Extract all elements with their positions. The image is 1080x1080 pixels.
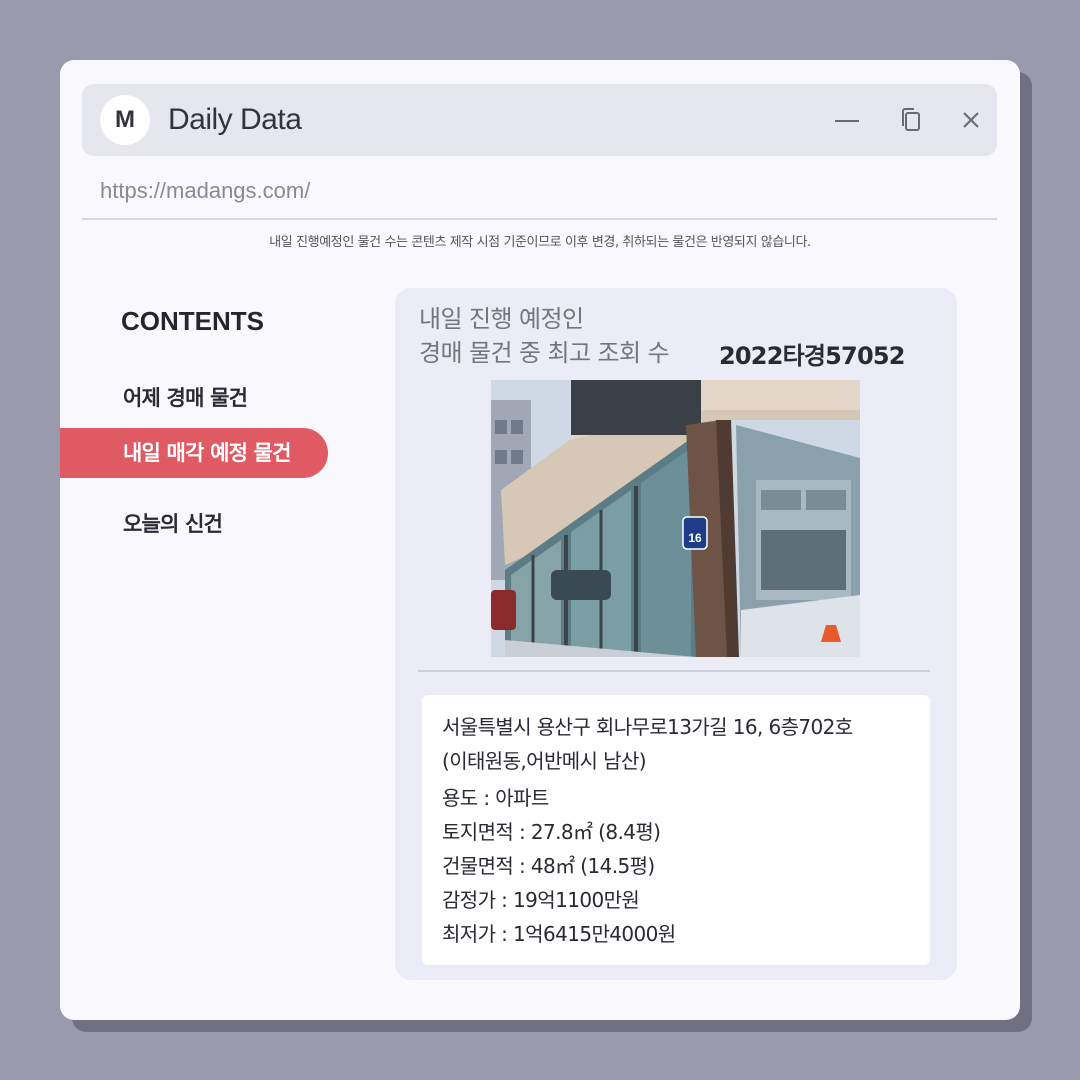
app-window: M Daily Data https://madangs.com/ 내일 진행예… [60,60,1020,1020]
close-button[interactable] [957,106,985,134]
title-bar: M Daily Data [82,84,997,156]
property-info-box: 서울특별시 용산구 회나무로13가길 16, 6층702호 (이태원동,어반메시… [422,695,930,965]
address-divider [82,218,997,220]
minimum-price-text: 최저가 : 1억6415만4000원 [442,922,676,946]
notice-text: 내일 진행예정인 물건 수는 콘텐츠 제작 시점 기준이므로 이후 변경, 취하… [269,235,811,250]
property-card: 내일 진행 예정인 경매 물건 중 최고 조회 수 2022타경57052 16… [395,288,957,980]
photo-sign-number: 16 [688,531,702,545]
minimize-button[interactable] [833,106,861,134]
address-line2: (이태원동,어반메시 남산) [442,749,647,773]
address-line1: 서울특별시 용산구 회나무로13가길 16, 6층702호 [442,715,853,739]
card-heading-line1: 내일 진행 예정인 [419,305,584,333]
land-area-text: 토지면적 : 27.8㎡ (8.4평) [442,820,661,844]
building-area-text: 건물면적 : 48㎡ (14.5평) [442,854,655,878]
duplicate-button[interactable] [897,106,925,134]
usage-text: 용도 : 아파트 [442,786,549,810]
sidebar-item-tomorrow-sale[interactable]: 내일 매각 예정 물건 [60,428,328,478]
card-divider [418,670,930,672]
app-logo: M [100,95,150,145]
minimize-icon [835,120,859,122]
close-icon [963,112,979,128]
appraised-price-text: 감정가 : 19억1100만원 [442,888,640,912]
address-bar[interactable]: https://madangs.com/ [100,178,310,204]
copy-icon [902,108,920,131]
sidebar-item-yesterday-auction[interactable]: 어제 경매 물건 [123,382,248,412]
app-title: Daily Data [168,103,302,136]
card-heading-line2: 경매 물건 중 최고 조회 수 [419,339,670,367]
property-photo: 16 [491,380,860,657]
card-heading: 내일 진행 예정인 경매 물건 중 최고 조회 수 [419,302,670,370]
sidebar-heading: CONTENTS [121,306,264,336]
sidebar-item-today-new[interactable]: 오늘의 신건 [123,508,223,538]
case-number: 2022타경57052 [719,342,905,370]
